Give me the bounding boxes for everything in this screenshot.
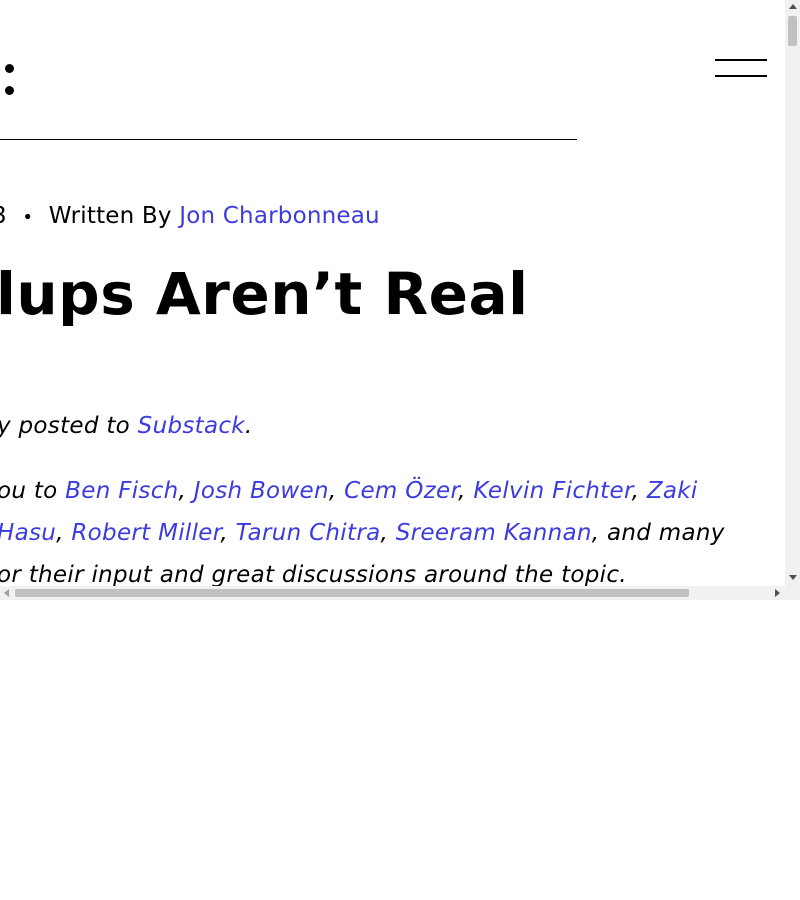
scroll-right-arrow-icon[interactable]	[775, 589, 780, 597]
person-link-sreeram-kannan[interactable]: Sreeram Kannan	[396, 520, 592, 546]
browser-viewport: 3 • Written By Jon Charbonneau lups Aren…	[0, 0, 800, 600]
person-link-robert-miller[interactable]: Robert Miller	[71, 520, 220, 546]
horizontal-scroll-thumb[interactable]	[15, 589, 689, 597]
logo-dot-bottom	[5, 86, 14, 95]
post-title: lups Aren’t Real	[0, 260, 529, 328]
logo-dot-top	[5, 64, 14, 73]
post-meta: 3 • Written By Jon Charbonneau	[0, 203, 380, 229]
scroll-up-arrow-icon[interactable]	[789, 4, 797, 9]
scroll-down-arrow-icon[interactable]	[789, 575, 797, 580]
vertical-scrollbar[interactable]	[785, 0, 800, 586]
author-link[interactable]: Jon Charbonneau	[179, 203, 380, 229]
person-link-zaki[interactable]: Zaki	[647, 478, 698, 504]
intro-prefix: y posted to	[0, 413, 138, 439]
post-date: 3	[0, 203, 7, 229]
person-link-hasu[interactable]: Hasu	[0, 520, 56, 546]
person-link-ben-fisch[interactable]: Ben Fisch	[65, 478, 178, 504]
meta-separator: •	[22, 207, 34, 228]
substack-link[interactable]: Substack	[138, 413, 245, 439]
person-link-kelvin-fichter[interactable]: Kelvin Fichter	[473, 478, 631, 504]
page-content: 3 • Written By Jon Charbonneau lups Aren…	[0, 0, 785, 586]
thanks-prefix: ou to	[0, 478, 66, 504]
scrollbar-corner	[785, 586, 800, 600]
thanks-suffix: , and many	[591, 520, 725, 546]
person-link-tarun-chitra[interactable]: Tarun Chitra	[236, 520, 381, 546]
header-divider	[0, 139, 577, 140]
menu-bar-top	[715, 59, 767, 61]
hamburger-menu-icon[interactable]	[715, 56, 767, 78]
intro-paragraph: y posted to Substack.	[0, 413, 253, 439]
thanks-line-1: ou to Ben Fisch, Josh Bowen, Cem Özer, K…	[0, 478, 698, 504]
person-link-josh-bowen[interactable]: Josh Bowen	[194, 478, 329, 504]
vertical-scroll-thumb[interactable]	[788, 16, 797, 46]
person-link-cem-ozer[interactable]: Cem Özer	[344, 478, 458, 504]
horizontal-scrollbar[interactable]	[0, 586, 785, 600]
intro-suffix: .	[244, 413, 253, 439]
site-logo[interactable]	[2, 56, 16, 100]
scroll-left-arrow-icon[interactable]	[4, 589, 9, 597]
thanks-line-2: Hasu, Robert Miller, Tarun Chitra, Sreer…	[0, 520, 725, 546]
written-by-label: Written By	[48, 203, 172, 229]
thanks-line-3: or their input and great discussions aro…	[0, 562, 627, 586]
menu-bar-bottom	[715, 75, 767, 77]
